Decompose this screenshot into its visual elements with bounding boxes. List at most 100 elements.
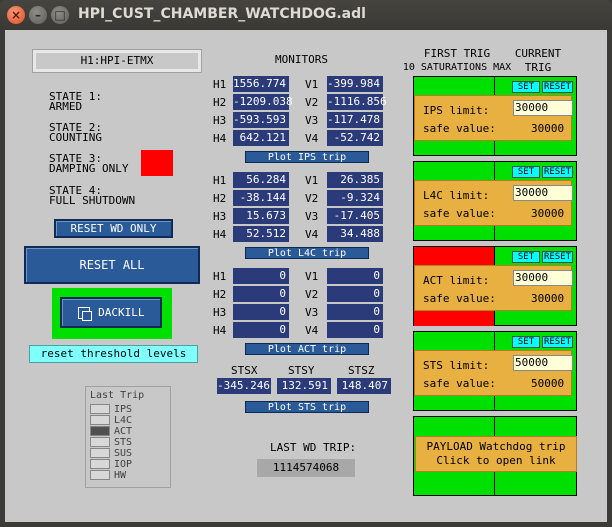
state-3: STATE 3: DAMPING ONLY [49,152,129,175]
monitor-label: H3 [213,210,227,223]
monitor-label: H2 [213,96,227,109]
monitor-value: -117.478 [327,112,383,128]
set-button[interactable]: SET [512,251,540,263]
monitor-value: 34.488 [327,226,383,242]
monitor-value: 0 [233,286,289,302]
monitor-value: 642.121 [233,130,289,146]
reset-button[interactable]: RESET [542,251,573,263]
limit-label: IPS limit: [423,104,490,117]
last-wd-trip-title: LAST WD TRIP: [270,441,357,454]
set-button[interactable]: SET [512,336,540,348]
dackill-button[interactable]: DACKILL [60,297,162,328]
limit-panel: IPS limit: safe value: 30000 30000 [414,95,573,141]
safe-value: 50000 [531,377,565,390]
last-trip-indicator [90,470,110,480]
plot-sts-trip-button[interactable]: Plot STS trip [245,401,369,413]
monitor-label: V3 [305,114,319,127]
chamber-name: H1:HPI-ETMX [32,49,202,73]
payload-line-2: Click to open link [436,454,556,467]
monitor-value: 0 [233,304,289,320]
payload-link-button[interactable]: PAYLOAD Watchdog trip Click to open link [415,436,577,472]
monitor-value: 15.673 [233,208,289,224]
trig-header: TRIG [524,61,552,74]
sts-label: STSX [231,364,258,377]
last-trip-indicator [90,448,110,458]
safe-value: 30000 [531,207,565,220]
limit-input[interactable]: 30000 [513,185,573,201]
monitor-label: H2 [213,192,227,205]
limit-input[interactable]: 30000 [513,270,573,286]
state-3-indicator [141,150,173,176]
last-trip-indicator [90,404,110,414]
reset-threshold-button[interactable]: reset threshold levels [29,345,198,363]
monitors-title: MONITORS [275,53,328,66]
trip-block-1: L4C limit: safe value: 30000 30000 SET RESET [413,161,577,241]
monitor-value: 0 [327,286,383,302]
monitor-value: -9.324 [327,190,383,206]
maximize-icon[interactable]: □ [51,6,69,24]
current-header: CURRENT [514,47,562,60]
window-stack-icon [77,307,92,321]
first-trig-fault [414,247,494,265]
monitor-value: 0 [233,268,289,284]
monitor-label: V3 [305,306,319,319]
reset-button[interactable]: RESET [542,81,573,93]
reset-button[interactable]: RESET [542,336,573,348]
monitor-value: -399.984 [327,76,383,92]
dackill-ring: DACKILL [52,288,172,339]
reset-wd-only-button[interactable]: RESET WD ONLY [54,219,173,238]
sts-label: STSY [288,364,315,377]
monitor-label: V1 [305,270,319,283]
safe-label: safe value: [423,207,496,220]
last-trip-name: L4C [114,415,133,426]
limit-input[interactable]: 30000 [513,100,573,116]
monitor-label: H1 [213,78,227,91]
last-trip-title: Last Trip [90,390,145,401]
safe-label: safe value: [423,122,496,135]
last-trip-indicator [90,459,110,469]
monitor-label: V4 [305,228,319,241]
safe-label: safe value: [423,377,496,390]
last-trip-name: ACT [114,426,133,437]
set-button[interactable]: SET [512,81,540,93]
first-trig-header: FIRST TRIG [423,47,491,60]
last-wd-trip-value: 1114574068 [257,459,355,477]
close-icon[interactable]: × [7,6,25,24]
monitor-value: -593.593 [233,112,289,128]
monitor-value: -52.742 [327,130,383,146]
last-trip-name: IOP [114,459,133,470]
safe-label: safe value: [423,292,496,305]
sts-value: -345.246 [217,378,271,394]
plot-trip-button-1[interactable]: Plot L4C trip [245,247,369,259]
safe-value: 30000 [531,122,565,135]
last-trip-indicator [90,426,110,436]
monitor-value: 0 [327,268,383,284]
monitor-value: -38.144 [233,190,289,206]
minimize-icon[interactable]: – [29,6,47,24]
last-trip-panel: Last Trip IPS L4C ACT STS SUS IOP HW [85,386,171,488]
monitor-label: H2 [213,288,227,301]
last-trip-name: IPS [114,404,133,415]
saturations-header: 10 SATURATIONS MAX [402,62,512,73]
monitor-label: V2 [305,192,319,205]
trip-block-3: STS limit: safe value: 50000 50000 SET RESET [413,331,577,411]
monitor-label: V1 [305,78,319,91]
monitor-label: H4 [213,228,227,241]
last-trip-indicator [90,415,110,425]
plot-trip-button-0[interactable]: Plot IPS trip [245,151,369,163]
sts-label: STSZ [348,364,375,377]
plot-trip-button-2[interactable]: Plot ACT trip [245,343,369,355]
state-4: STATE 4: FULL SHUTDOWN [49,184,136,207]
reset-all-button[interactable]: RESET ALL [24,246,200,284]
payload-line-1: PAYLOAD Watchdog trip [426,440,566,453]
monitor-value: 56.284 [233,172,289,188]
monitor-label: H4 [213,324,227,337]
monitor-label: H3 [213,114,227,127]
limit-input[interactable]: 50000 [513,355,573,371]
reset-button[interactable]: RESET [542,166,573,178]
trip-block-0: IPS limit: safe value: 30000 30000 SET RESET [413,76,577,156]
last-trip-name: STS [114,437,133,448]
monitor-label: H1 [213,270,227,283]
set-button[interactable]: SET [512,166,540,178]
limit-panel: STS limit: safe value: 50000 50000 [414,350,573,396]
